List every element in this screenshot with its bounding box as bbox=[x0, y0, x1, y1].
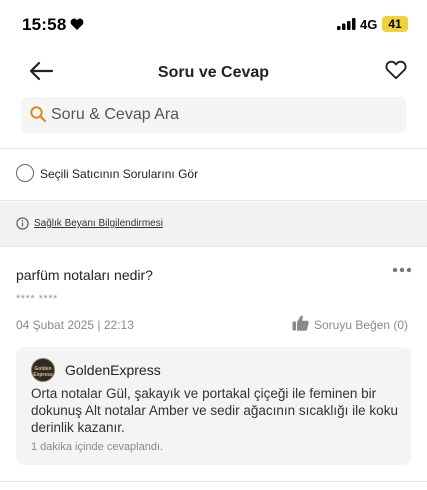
page-title: Soru ve Cevap bbox=[157, 64, 270, 81]
answer-card: Golden Express GoldenExpress Orta notala… bbox=[16, 347, 411, 465]
divider bbox=[0, 200, 427, 201]
seller-questions-label: Seçili Satıcının Sorularını Gör bbox=[40, 167, 199, 181]
divider bbox=[0, 148, 427, 149]
search-box[interactable] bbox=[21, 97, 406, 133]
battery-indicator: 41 bbox=[382, 16, 408, 32]
health-declaration-link[interactable]: Sağlık Beyanı Bilgilendirmesi bbox=[34, 218, 163, 229]
question-date: 04 Şubat 2025 | 22:13 bbox=[16, 318, 134, 332]
divider bbox=[0, 481, 427, 482]
more-options-button[interactable] bbox=[392, 261, 412, 273]
heart-status-icon bbox=[70, 18, 84, 30]
seller-questions-filter[interactable]: Seçili Satıcının Sorularını Gör bbox=[0, 150, 427, 200]
health-info-row: Sağlık Beyanı Bilgilendirmesi bbox=[0, 202, 427, 246]
signal-icon bbox=[337, 18, 356, 30]
asker-name: **** **** bbox=[16, 293, 58, 305]
answer-text: Orta notalar Gül, şakayık ve portakal çi… bbox=[31, 386, 398, 435]
status-bar: 15:58 4G 41 bbox=[0, 0, 427, 50]
info-icon bbox=[16, 217, 29, 230]
status-time: 15:58 bbox=[22, 15, 67, 34]
divider bbox=[0, 246, 427, 247]
seller-avatar-text: Golden Express bbox=[33, 366, 53, 378]
network-label: 4G bbox=[360, 17, 378, 32]
favorite-button[interactable] bbox=[385, 60, 409, 84]
like-question-label: Soruyu Beğen (0) bbox=[314, 318, 409, 332]
back-button[interactable] bbox=[28, 60, 56, 84]
thumbs-up-icon bbox=[292, 315, 309, 331]
nav-bar: Soru ve Cevap bbox=[0, 52, 427, 92]
seller-avatar: Golden Express bbox=[31, 358, 55, 382]
more-dots-icon bbox=[392, 267, 412, 273]
arrow-left-icon bbox=[29, 61, 54, 81]
heart-outline-icon bbox=[385, 60, 407, 80]
seller-name: GoldenExpress bbox=[65, 362, 161, 378]
question-text: parfüm notaları nedir? bbox=[16, 267, 153, 283]
search-icon bbox=[30, 106, 47, 123]
seller-questions-radio[interactable] bbox=[16, 164, 34, 182]
answer-time: 1 dakika içinde cevaplandı. bbox=[31, 441, 164, 453]
search-input[interactable] bbox=[51, 97, 391, 133]
